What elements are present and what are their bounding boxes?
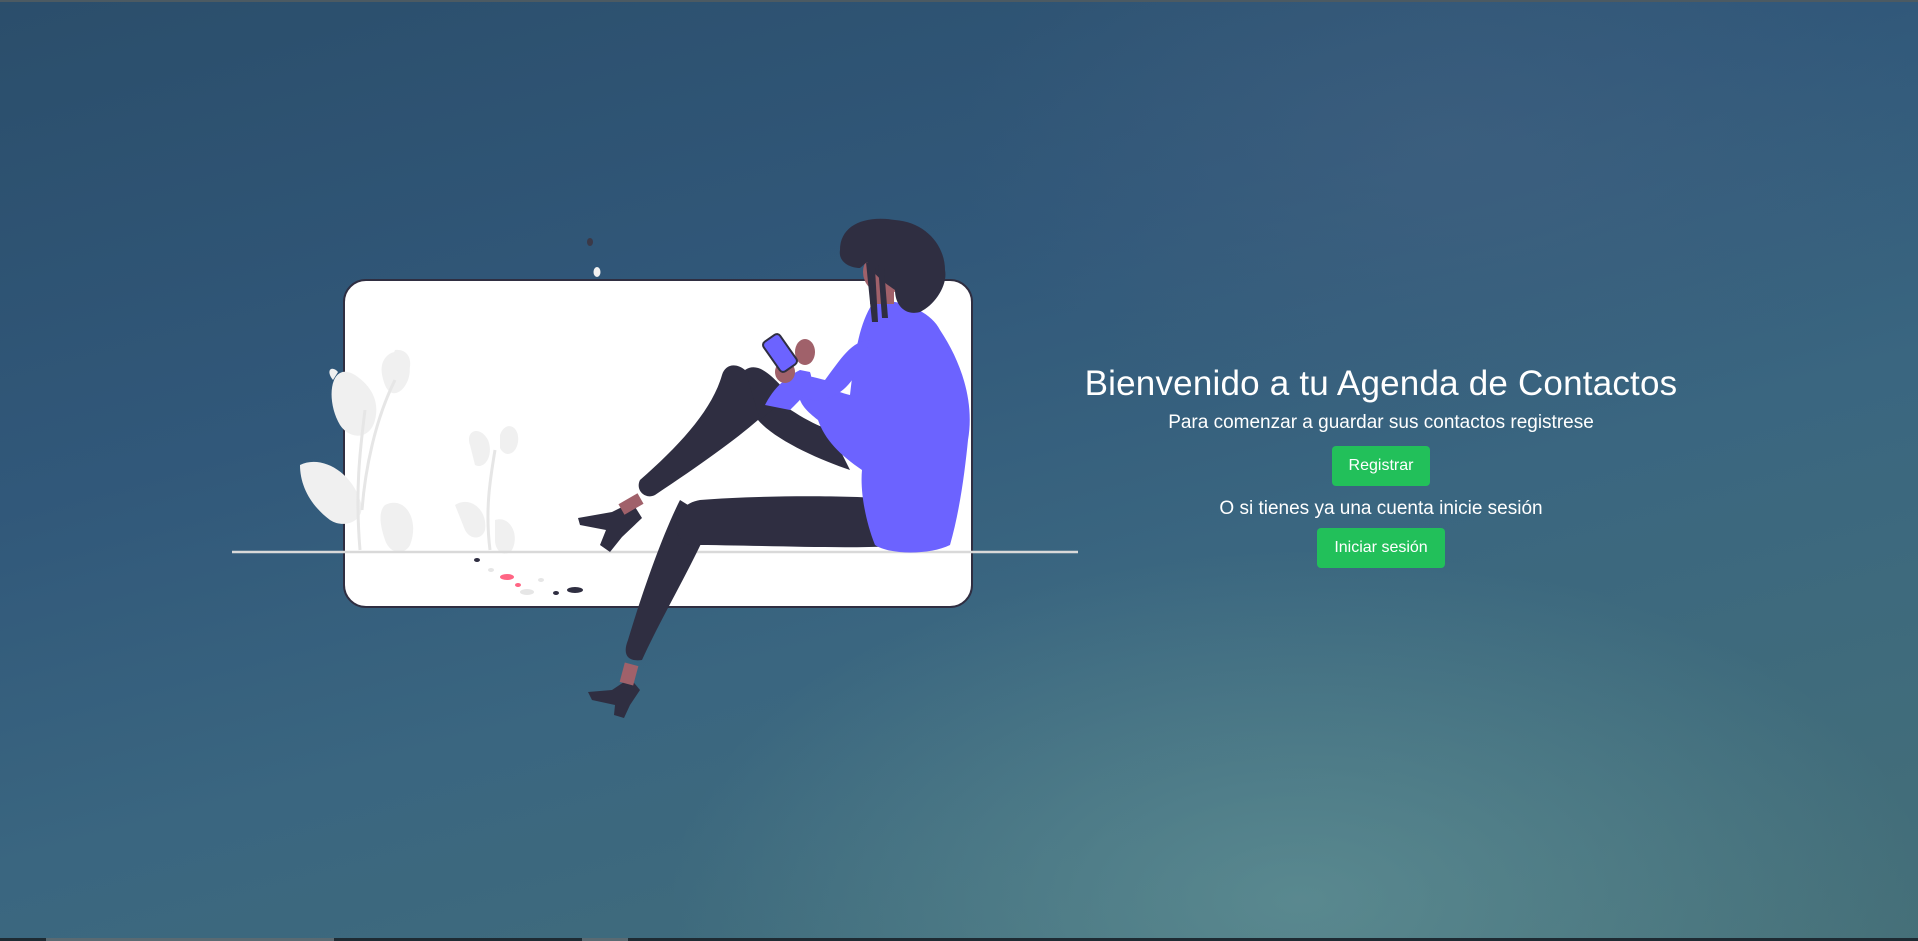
page-title: Bienvenido a tu Agenda de Contactos [1084,364,1678,403]
login-prompt: O si tienes ya una cuenta inicie sesión [1219,498,1543,519]
welcome-section: Bienvenido a tu Agenda de Contactos Para… [1070,360,1692,568]
confetti-dot [538,578,544,582]
confetti-dot [553,591,559,595]
confetti-dot [587,238,593,246]
login-button[interactable]: Iniciar sesión [1317,528,1445,568]
confetti-dot [500,574,514,580]
register-prompt: Para comenzar a guardar sus contactos re… [1168,412,1594,433]
confetti-dot [488,568,494,572]
confetti-dot [567,587,583,593]
confetti-dot [593,267,601,277]
confetti-dot [474,558,480,562]
confetti-dot [515,583,521,587]
register-button[interactable]: Registrar [1331,446,1431,486]
confetti-dot [520,589,534,595]
